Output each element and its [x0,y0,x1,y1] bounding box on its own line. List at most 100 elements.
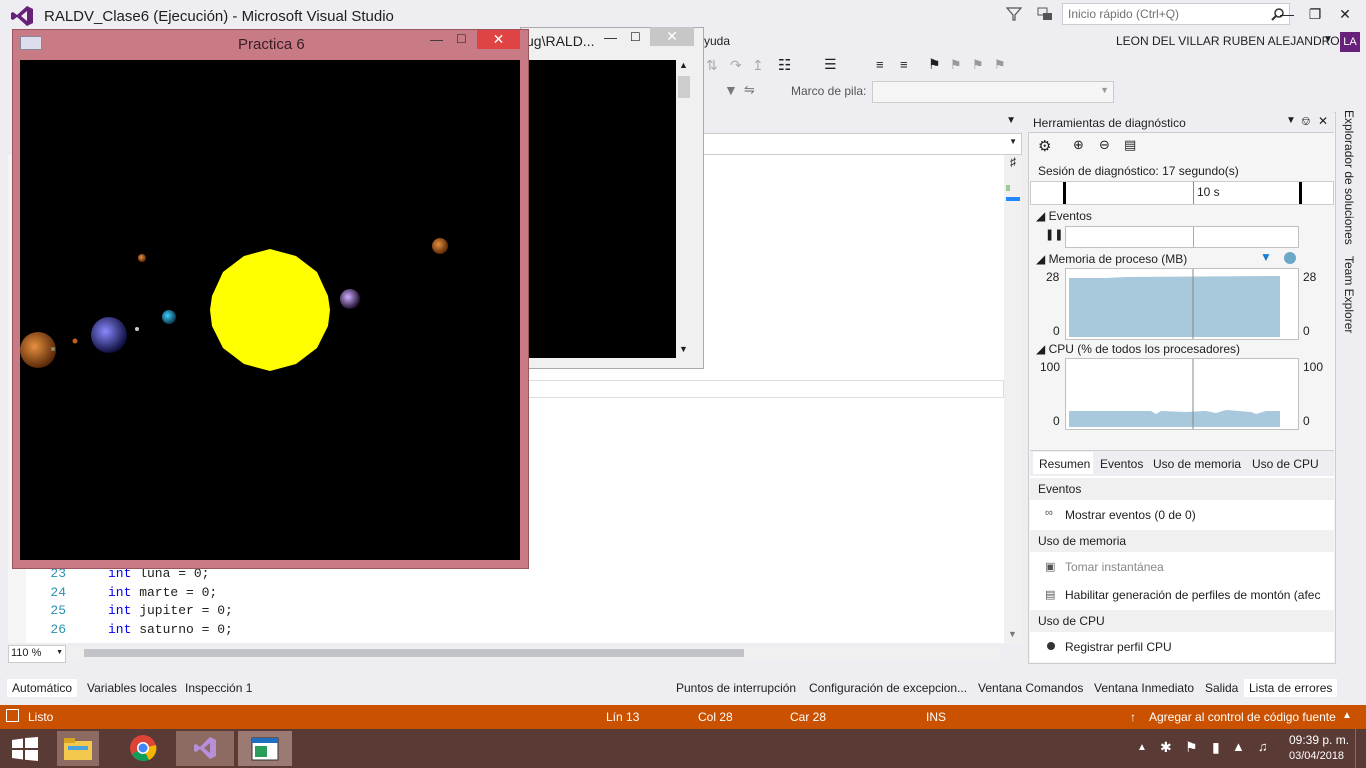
tab-error-list[interactable]: Lista de errores [1244,679,1338,697]
flag-warning-icon[interactable]: ⚑ [1185,739,1198,756]
user-name[interactable]: LEON DEL VILLAR RUBEN ALEJANDRO [1116,34,1340,48]
step-over-icon[interactable]: ⇅ [706,57,718,74]
timeline-start-marker[interactable] [1063,182,1066,204]
close-button[interactable]: ✕ [477,30,520,49]
cpu-graph[interactable] [1065,358,1299,430]
tab-automatico[interactable]: Automático [7,679,78,697]
step-into-icon[interactable]: ↷ [730,57,742,74]
record-cpu-button[interactable]: Registrar perfil CPU [1065,640,1172,654]
volume-icon[interactable]: ♫ [1258,739,1268,754]
tab-output[interactable]: Salida [1200,679,1243,697]
close-button[interactable]: ✕ [1334,6,1356,24]
zoom-dropdown[interactable]: 110 % ▼ [8,645,66,663]
chevron-down-icon[interactable]: ▼ [1006,115,1016,126]
scrollbar-thumb[interactable] [678,76,690,98]
windows-start-icon[interactable] [12,737,38,761]
chevron-up-icon[interactable]: ▲ [679,60,688,70]
hex-display-icon[interactable]: ☷ [778,56,791,74]
filter-threads-icon[interactable]: ▼ [724,82,738,98]
tab-inspeccion[interactable]: Inspección 1 [180,679,257,697]
tab-variables-locales[interactable]: Variables locales [82,679,182,697]
chevron-up-icon[interactable]: ▲ [1342,710,1352,721]
take-snapshot-button[interactable]: Tomar instantánea [1065,560,1164,574]
chevron-down-icon[interactable]: ▼ [1008,629,1017,639]
indent-icon[interactable]: ≡ [876,57,884,72]
tab-team-explorer[interactable]: Team Explorer [1342,256,1356,333]
minimize-button[interactable]: — [430,32,443,47]
flag-threads-icon[interactable]: ⇋ [744,82,755,98]
events-track[interactable] [1065,226,1299,248]
memory-graph[interactable] [1065,268,1299,340]
pin-icon[interactable]: ⎊ [1301,114,1311,129]
chevron-down-icon[interactable]: ▼ [1286,115,1296,126]
status-col: Col 28 [698,710,733,724]
maximize-button[interactable]: ☐ [456,32,467,46]
chevron-up-icon[interactable]: ▲ [1137,742,1147,753]
tab-exception-settings[interactable]: Configuración de excepcion... [804,679,972,697]
feedback-icon[interactable] [1036,6,1054,22]
clock-time[interactable]: 09:39 p. m. [1289,733,1349,747]
split-icon[interactable]: ♯ [1006,155,1020,169]
bookmark-icon[interactable]: ⚑ [928,56,941,73]
prev-bookmark-icon[interactable]: ⚑ [950,57,962,73]
close-button[interactable]: ✕ [650,27,694,46]
thread-icon[interactable]: ☰ [824,56,837,73]
events-section-title[interactable]: ◢ Eventos [1036,209,1092,223]
chevron-down-icon[interactable]: ▼ [679,344,688,354]
heap-profiling-link[interactable]: Habilitar generación de perfiles de mont… [1065,588,1320,602]
snapshot-marker-icon: ▼ [1260,250,1272,264]
quick-launch-input[interactable]: Inicio rápido (Ctrl+Q) [1062,3,1290,25]
chrome-icon [130,735,157,762]
menu-help[interactable]: yuda [704,34,730,48]
stack-frame-dropdown[interactable]: ▼ [872,81,1114,103]
zoom-in-icon[interactable]: ⊕ [1073,137,1084,153]
pause-icon[interactable]: ❚❚ [1045,228,1063,241]
chrome-button[interactable] [116,731,170,766]
next-bookmark-icon[interactable]: ⚑ [972,57,984,73]
tab-uso-cpu[interactable]: Uso de CPU [1252,457,1319,471]
maximize-button[interactable]: ☐ [630,30,641,44]
tab-resumen[interactable]: Resumen [1039,457,1090,471]
outdent-icon[interactable]: ≡ [900,57,908,72]
scrollbar-thumb[interactable] [84,649,744,657]
tab-solution-explorer[interactable]: Explorador de soluciones [1342,110,1356,245]
editor-scrollbar[interactable]: ♯ ▼ [1004,155,1022,643]
file-explorer-button[interactable] [57,731,99,766]
upload-icon[interactable]: ↑ [1130,710,1136,724]
step-out-icon[interactable]: ↥ [752,57,764,74]
caret-marker [1006,197,1020,201]
source-control-button[interactable]: Agregar al control de código fuente [1149,710,1336,724]
clock-date[interactable]: 03/04/2018 [1289,750,1344,762]
timeline-end-marker[interactable] [1299,182,1302,204]
chevron-down-icon[interactable]: ▼ [1323,34,1333,45]
memory-section-title[interactable]: ◢ Memoria de proceso (MB) [1036,252,1187,266]
show-events-link[interactable]: Mostrar eventos (0 de 0) [1065,508,1196,522]
tab-eventos[interactable]: Eventos [1100,457,1143,471]
memory-max-right: 28 [1303,270,1317,284]
show-desktop-button[interactable] [1355,729,1366,768]
network-icon[interactable]: ▲ [1232,739,1245,754]
filter-icon[interactable] [1005,6,1023,22]
chart-icon[interactable]: ▤ [1124,137,1136,153]
timeline-ruler[interactable]: 10 s [1030,181,1334,205]
visual-studio-taskbar-button[interactable] [176,731,234,766]
minimize-button[interactable]: — [604,30,617,45]
close-icon[interactable]: ✕ [1318,114,1328,128]
tab-immediate-window[interactable]: Ventana Inmediato [1089,679,1199,697]
battery-icon[interactable]: ▮ [1212,739,1220,756]
console-scrollbar[interactable]: ▲ ▼ [676,60,692,358]
console-taskbar-button[interactable] [238,731,292,766]
bluetooth-icon[interactable]: ✱ [1160,739,1172,756]
maximize-button[interactable]: ❐ [1304,6,1326,24]
memory-heading: Uso de memoria [1038,534,1127,548]
zoom-out-icon[interactable]: ⊖ [1099,137,1110,153]
clear-bookmarks-icon[interactable]: ⚑ [994,57,1006,73]
tab-breakpoints[interactable]: Puntos de interrupción [671,679,801,697]
minimize-button[interactable]: — [1276,6,1298,24]
horizontal-scrollbar[interactable] [70,647,1000,659]
cpu-section-title[interactable]: ◢ CPU (% de todos los procesadores) [1036,342,1240,356]
gear-icon[interactable]: ⚙ [1038,137,1051,155]
avatar[interactable]: LA [1340,32,1360,52]
tab-uso-memoria[interactable]: Uso de memoria [1153,457,1241,471]
tab-command-window[interactable]: Ventana Comandos [973,679,1088,697]
